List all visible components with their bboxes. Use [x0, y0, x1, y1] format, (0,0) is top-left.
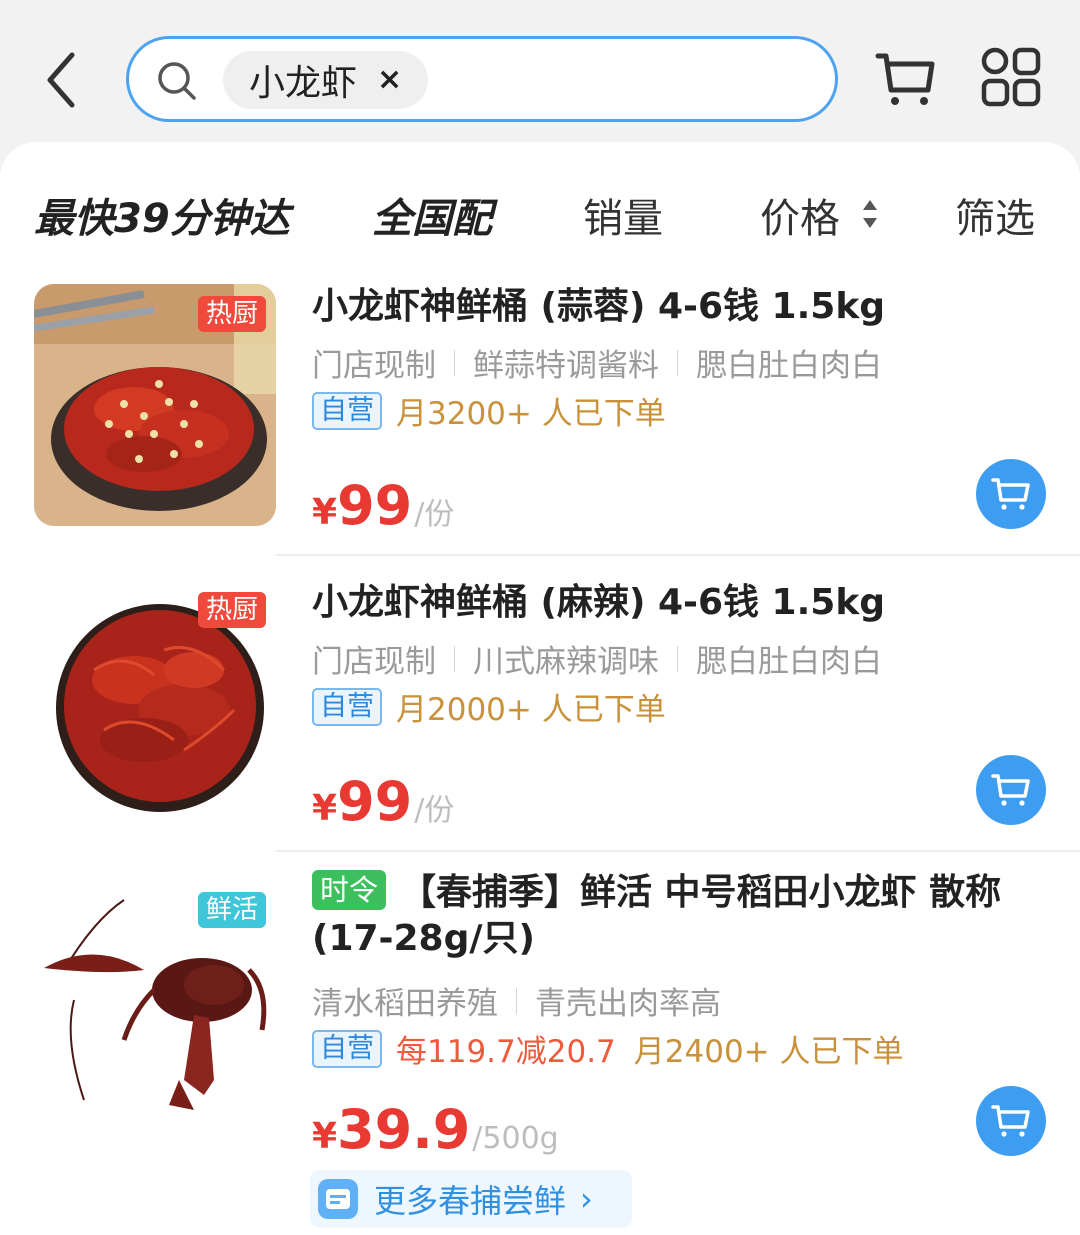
chevron-left-icon	[47, 52, 75, 108]
self-operated-tag: 自营	[312, 391, 382, 430]
search-input[interactable]: 小龙虾 ×	[126, 36, 838, 122]
add-to-cart-button[interactable]	[976, 459, 1046, 529]
price-symbol: ¥	[312, 788, 338, 829]
add-to-cart-button[interactable]	[976, 1086, 1046, 1156]
tab-fastest-delivery[interactable]: 最快39分钟达	[34, 186, 290, 244]
price-value: 39.9	[337, 1098, 471, 1161]
back-button[interactable]	[38, 45, 88, 115]
price-unit: /份	[414, 793, 455, 828]
tag-divider	[454, 349, 455, 376]
hot-kitchen-badge: 热厨	[197, 592, 266, 628]
tab-sales[interactable]: 销量	[583, 186, 663, 244]
price-unit: /500g	[472, 1121, 559, 1156]
top-bar: 小龙虾 ×	[0, 0, 1080, 150]
tab-filter[interactable]: 筛选	[955, 186, 1035, 244]
cart-icon	[875, 53, 935, 105]
product-tag: 门店现制	[312, 348, 436, 384]
monthly-sales: 月3200+ 人已下单	[396, 396, 666, 432]
fresh-live-badge: 鲜活	[197, 892, 266, 928]
product-title[interactable]: 时令 【春捕季】鲜活 中号稻田小龙虾 散称(17-28g/只)	[312, 870, 1042, 962]
cart-button[interactable]	[874, 46, 938, 110]
product-price: ¥ 99 /份	[312, 770, 454, 833]
promo-text: 每119.7减20.7	[396, 1034, 616, 1070]
tab-nationwide[interactable]: 全国配	[372, 186, 492, 244]
product-tag: 川式麻辣调味	[473, 644, 659, 680]
product-tags: 门店现制 鲜蒜特调酱料 腮白肚白肉白	[312, 340, 882, 385]
more-link-label: 更多春捕尝鲜	[374, 1182, 567, 1220]
more-spring-catch-link[interactable]: 更多春捕尝鲜 ›	[310, 1170, 632, 1228]
sort-icon[interactable]	[860, 196, 880, 232]
product-tag: 清水稻田养殖	[312, 986, 498, 1022]
tag-divider	[677, 645, 678, 672]
self-operated-tag: 自营	[312, 687, 382, 726]
product-tag: 腮白肚白肉白	[696, 644, 882, 680]
search-icon	[158, 62, 196, 100]
product-card[interactable]: 热厨 小龙虾神鲜桶 (麻辣) 4-6钱 1.5kg 门店现制 川式麻辣调味 腮白…	[0, 580, 1080, 876]
product-tags: 清水稻田养殖 青壳出肉率高	[312, 978, 721, 1023]
product-info-row: 自营 每119.7减20.7 月2400+ 人已下单	[312, 1026, 904, 1071]
chevron-right-icon: ›	[580, 1180, 593, 1218]
more-menu-button[interactable]	[980, 46, 1042, 108]
monthly-sales: 月2400+ 人已下单	[633, 1034, 904, 1070]
product-title-text: 【春捕季】鲜活 中号稻田小龙虾 散称(17-28g/只)	[312, 872, 1002, 959]
seasonal-tag: 时令	[312, 870, 387, 910]
product-tag: 腮白肚白肉白	[696, 348, 882, 384]
monthly-sales: 月2000+ 人已下单	[396, 692, 666, 728]
product-image[interactable]: 热厨	[34, 284, 276, 526]
cart-icon	[991, 774, 1030, 806]
row-divider	[276, 554, 1080, 556]
search-keyword: 小龙虾	[249, 63, 358, 104]
price-value: 99	[337, 474, 413, 537]
price-value: 99	[337, 770, 413, 833]
product-tag: 鲜蒜特调酱料	[473, 348, 659, 384]
filter-tabs: 最快39分钟达 全国配 销量 价格 筛选	[0, 142, 1080, 282]
row-divider	[276, 850, 1080, 852]
clear-keyword-icon[interactable]: ×	[377, 65, 402, 95]
product-tag: 门店现制	[312, 644, 436, 680]
cart-icon	[991, 1105, 1030, 1137]
tag-divider	[516, 987, 517, 1014]
product-tag: 青壳出肉率高	[535, 986, 721, 1022]
tag-divider	[677, 349, 678, 376]
add-to-cart-button[interactable]	[976, 755, 1046, 825]
product-title[interactable]: 小龙虾神鲜桶 (蒜蓉) 4-6钱 1.5kg	[312, 284, 1042, 330]
cart-icon	[991, 478, 1030, 510]
product-image[interactable]: 热厨	[34, 580, 276, 822]
hot-kitchen-badge: 热厨	[197, 296, 266, 332]
tag-divider	[454, 645, 455, 672]
product-price: ¥ 99 /份	[312, 474, 454, 537]
search-keyword-chip[interactable]: 小龙虾 ×	[223, 51, 429, 109]
calendar-icon	[318, 1179, 358, 1219]
product-card[interactable]: 热厨 小龙虾神鲜桶 (蒜蓉) 4-6钱 1.5kg 门店现制 鲜蒜特调酱料 腮白…	[0, 284, 1080, 580]
grid-icon	[981, 47, 1041, 107]
price-unit: /份	[414, 497, 455, 532]
product-info-row: 自营 月3200+ 人已下单	[312, 388, 666, 433]
self-operated-tag: 自营	[312, 1029, 382, 1068]
results-panel: 最快39分钟达 全国配 销量 价格 筛选 热厨 小龙虾神鲜桶 (蒜蓉) 4-6钱…	[0, 142, 1080, 1235]
product-info-row: 自营 月2000+ 人已下单	[312, 684, 666, 729]
product-title[interactable]: 小龙虾神鲜桶 (麻辣) 4-6钱 1.5kg	[312, 580, 1042, 626]
product-price: ¥ 39.9 /500g	[312, 1098, 559, 1161]
product-tags: 门店现制 川式麻辣调味 腮白肚白肉白	[312, 636, 882, 681]
price-symbol: ¥	[312, 1116, 338, 1157]
tab-price[interactable]: 价格	[760, 186, 840, 244]
price-symbol: ¥	[312, 492, 338, 533]
product-image[interactable]: 鲜活	[34, 880, 276, 1122]
